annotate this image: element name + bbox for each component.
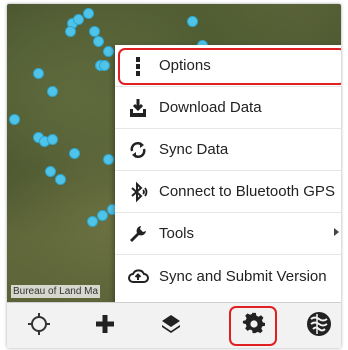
map-point[interactable]	[97, 210, 108, 221]
wrench-icon	[127, 223, 149, 245]
map-point[interactable]	[69, 148, 80, 159]
map-point[interactable]	[93, 36, 104, 47]
bottom-toolbar	[7, 302, 341, 348]
map-point[interactable]	[99, 60, 110, 71]
app-frame: Bureau of Land Ma Options Download Data …	[7, 4, 341, 348]
map-point[interactable]	[103, 46, 114, 57]
vertical-dots-icon	[127, 55, 149, 77]
menu-item-label: Download Data	[159, 99, 262, 116]
plus-icon	[93, 312, 117, 341]
app-logo-button[interactable]	[299, 303, 339, 348]
gear-icon	[242, 312, 266, 341]
map-point[interactable]	[33, 68, 44, 79]
map-point[interactable]	[73, 14, 84, 25]
layers-button[interactable]	[151, 303, 191, 348]
locate-button[interactable]	[19, 303, 59, 348]
map-point[interactable]	[47, 134, 58, 145]
map-point[interactable]	[55, 174, 66, 185]
settings-button[interactable]	[234, 303, 274, 348]
map-attribution: Bureau of Land Ma	[11, 285, 101, 298]
menu-item-sync-and-submit-version[interactable]: Sync and Submit Version	[115, 255, 341, 297]
menu-item-connect-bluetooth-gps[interactable]: Connect to Bluetooth GPS	[115, 171, 341, 213]
add-feature-button[interactable]	[85, 303, 125, 348]
menu-item-label: Options	[159, 57, 211, 74]
menu-item-label: Sync and Submit Version	[159, 267, 327, 285]
map-point[interactable]	[187, 16, 198, 27]
map-point[interactable]	[45, 166, 56, 177]
menu-item-tools[interactable]: Tools	[115, 213, 341, 255]
menu-item-options[interactable]: Options	[115, 45, 341, 87]
submenu-arrow-icon	[334, 228, 339, 236]
crosshair-location-icon	[27, 312, 51, 341]
map-point[interactable]	[87, 216, 98, 227]
sync-arrows-icon	[127, 139, 149, 161]
download-tray-icon	[127, 97, 149, 119]
globe-logo-icon	[305, 310, 333, 343]
menu-item-label: Connect to Bluetooth GPS	[159, 183, 335, 200]
menu-item-sync-data[interactable]: Sync Data	[115, 129, 341, 171]
menu-item-download-data[interactable]: Download Data	[115, 87, 341, 129]
cloud-upload-icon	[127, 265, 149, 287]
menu-item-label: Tools	[159, 225, 195, 242]
map-point[interactable]	[47, 86, 58, 97]
overflow-menu: Options Download Data Sync Data Connect …	[115, 45, 341, 303]
menu-item-label: Sync Data	[159, 141, 229, 158]
layers-icon	[159, 312, 183, 341]
map-point[interactable]	[65, 26, 76, 37]
map-point[interactable]	[83, 8, 94, 19]
map-point[interactable]	[103, 154, 114, 165]
bluetooth-searching-icon	[127, 181, 149, 203]
map-point[interactable]	[9, 114, 20, 125]
